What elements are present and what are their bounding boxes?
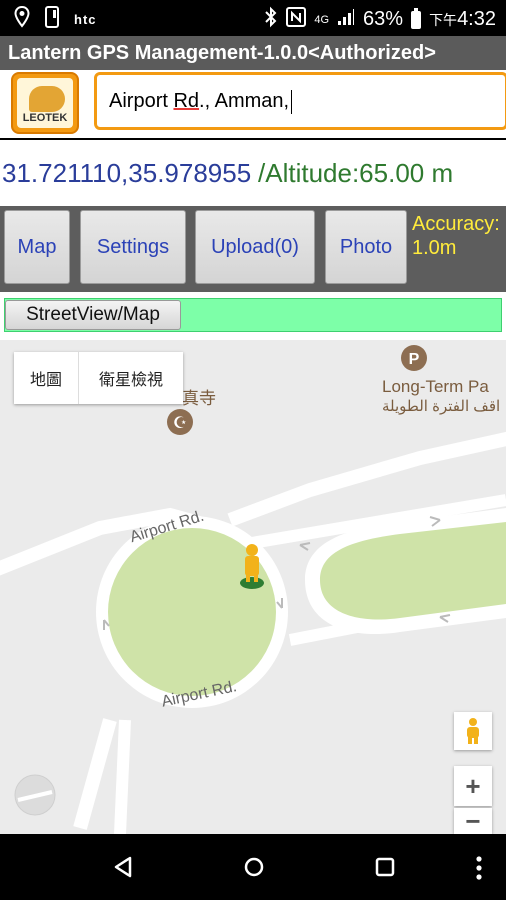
settings-button[interactable]: Settings xyxy=(80,210,186,284)
map-type-control: 地圖 衛星檢視 xyxy=(14,352,183,404)
nfc-icon xyxy=(286,7,307,32)
address-input[interactable]: Airport Rd., Amman, xyxy=(94,72,506,130)
battery-icon xyxy=(411,7,422,29)
road xyxy=(73,718,117,830)
signal-icon xyxy=(337,8,355,31)
poi-mosque-label: 真寺 xyxy=(182,389,216,408)
app-logo[interactable]: LEOTEK xyxy=(11,72,79,134)
poi-parking-arabic: اقف الفترة الطويلة xyxy=(382,398,501,415)
map-type-satellite-button[interactable]: 衛星檢視 xyxy=(79,352,183,404)
location-marker-base xyxy=(240,577,264,589)
app-title: Lantern GPS Management-1.0.0<Authorized> xyxy=(0,36,506,70)
location-pin-icon xyxy=(14,5,30,33)
map-type-map-button[interactable]: 地圖 xyxy=(14,352,79,404)
photo-button[interactable]: Photo xyxy=(325,210,407,284)
network-type: 4G xyxy=(314,13,330,26)
recents-icon[interactable] xyxy=(374,855,396,879)
road xyxy=(114,719,131,834)
accuracy-value: 1.0m xyxy=(412,237,457,259)
status-bar: htc 4G 63% 下午4:32 xyxy=(0,0,506,36)
map-button[interactable]: Map xyxy=(4,210,70,284)
upload-button[interactable]: Upload(0) xyxy=(195,210,315,284)
svg-text:☪: ☪ xyxy=(173,413,187,432)
phone-icon xyxy=(44,6,60,33)
overflow-menu-icon[interactable] xyxy=(472,855,486,881)
accuracy-label: Accuracy: xyxy=(412,213,500,235)
zoom-out-button[interactable]: − xyxy=(454,806,492,834)
home-icon[interactable] xyxy=(243,855,265,879)
bluetooth-icon xyxy=(264,6,278,33)
text-cursor xyxy=(291,89,293,114)
map-view[interactable]: P ☪ Long-Term Pa اقف الفترة الطويلة 真寺 A… xyxy=(0,340,506,834)
altitude-text: /Altitude:65.00 m xyxy=(258,158,454,188)
pegman-icon xyxy=(467,718,479,744)
clock: 下午4:32 xyxy=(429,8,496,30)
direction-arrow-icon xyxy=(299,542,311,551)
accuracy-display: Accuracy: 1.0m xyxy=(412,212,500,260)
person-marker-icon xyxy=(246,544,258,556)
zoom-in-button[interactable]: + xyxy=(454,766,492,806)
latlon-text: 31.721110,35.978955 xyxy=(2,158,252,188)
carrier-logo: htc xyxy=(74,12,97,27)
logo-text: LEOTEK xyxy=(22,112,68,124)
streetview-map-button[interactable]: StreetView/Map xyxy=(5,300,181,330)
pegman-button[interactable] xyxy=(454,712,492,750)
battery-percent: 63% xyxy=(363,8,404,30)
leaf-icon xyxy=(29,86,65,112)
back-icon[interactable] xyxy=(112,855,134,879)
svg-text:P: P xyxy=(409,351,420,368)
poi-parking-label: Long-Term Pa xyxy=(382,377,489,396)
